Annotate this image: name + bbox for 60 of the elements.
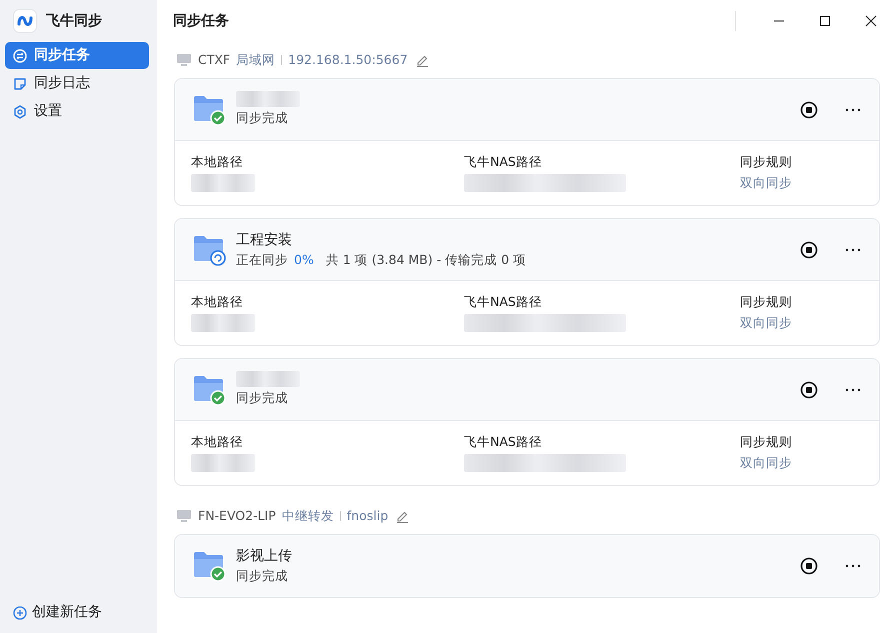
sidebar-item[interactable]: 同步日志 — [5, 70, 149, 97]
maximize-icon — [818, 15, 832, 27]
folder-check-icon — [193, 94, 226, 126]
sidebar-item[interactable]: 同步任务 — [5, 42, 149, 69]
field-label: 同步规则 — [740, 293, 793, 311]
logo-icon — [13, 9, 37, 33]
pencil-icon — [416, 54, 429, 66]
progress-percent: 0% — [294, 250, 314, 269]
task-name: 工程安装 — [236, 230, 293, 250]
device-name: CTXF — [198, 50, 230, 69]
field-value: 双向同步 — [740, 454, 793, 472]
task-status: 同步完成 — [236, 567, 288, 586]
more-button[interactable] — [843, 562, 863, 570]
field-label: 本地路径 — [191, 153, 244, 171]
field-label: 同步规则 — [740, 433, 793, 451]
settings-icon — [13, 104, 27, 118]
close-icon — [864, 15, 878, 27]
field-label: 本地路径 — [191, 433, 244, 451]
plus-circle-icon — [13, 606, 27, 620]
field-value: 双向同步 — [740, 174, 793, 192]
task-status: 同步完成 — [236, 109, 288, 128]
task-status: 正在同步 — [236, 250, 288, 269]
sync-icon — [13, 48, 27, 62]
more-icon — [845, 388, 861, 392]
field-label: 飞牛NAS路径 — [464, 293, 543, 311]
field-value: 双向同步 — [740, 314, 793, 332]
create-task-button[interactable]: 创建新任务 — [5, 602, 149, 623]
stop-button[interactable] — [798, 238, 820, 260]
stop-button[interactable] — [798, 378, 820, 400]
stop-circle-icon — [800, 240, 818, 258]
more-icon — [845, 564, 861, 568]
folder-check-icon — [193, 550, 226, 582]
monitor-icon — [176, 509, 192, 523]
stop-circle-icon — [800, 380, 818, 398]
transfer-summary: 共 1 项 (3.84 MB) - 传输完成 0 项 — [326, 250, 526, 269]
app-title: 飞牛同步 — [46, 12, 102, 30]
field-label: 飞牛NAS路径 — [464, 433, 543, 451]
connection-type: 局域网 — [236, 50, 276, 69]
device-name: FN-EVO2-LIP — [198, 506, 276, 525]
pencil-icon — [396, 510, 410, 522]
folder-sync-icon — [193, 234, 226, 266]
note-icon — [13, 76, 27, 90]
monitor-icon — [176, 53, 192, 67]
task-name: 影视上传 — [236, 547, 293, 566]
page-title: 同步任务 — [173, 12, 230, 30]
field-label: 本地路径 — [191, 293, 244, 311]
task-status: 同步完成 — [236, 389, 288, 408]
connection-type: 中继转发 — [282, 506, 334, 525]
device-address: 192.168.1.50:5667 — [288, 50, 408, 69]
folder-check-icon — [193, 374, 226, 406]
sidebar-item[interactable]: 设置 — [5, 98, 149, 125]
device-address: fnoslip — [346, 506, 388, 525]
stop-button[interactable] — [798, 555, 820, 577]
more-icon — [845, 248, 861, 252]
field-label: 飞牛NAS路径 — [464, 153, 543, 171]
more-icon — [845, 108, 861, 112]
stop-button[interactable] — [798, 98, 820, 120]
field-label: 同步规则 — [740, 153, 793, 171]
stop-circle-icon — [800, 557, 818, 575]
stop-circle-icon — [800, 100, 818, 118]
